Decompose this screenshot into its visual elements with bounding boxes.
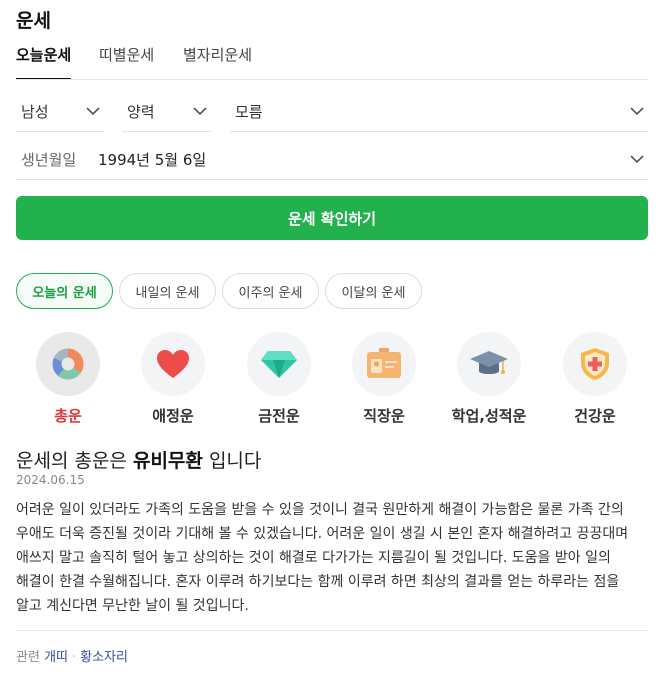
chip-today[interactable]: 오늘의 운세 (16, 273, 113, 309)
divider (16, 630, 648, 631)
page-title: 운세 (16, 10, 51, 32)
category-money[interactable]: 금전운 (234, 332, 324, 426)
category-study-icon-bg (457, 332, 521, 396)
birth-time-value: 모름 (235, 103, 263, 121)
calendar-type-value: 양력 (127, 103, 155, 121)
birth-time-select[interactable]: 모름 (230, 92, 648, 132)
related-link-taurus[interactable]: 황소자리 (80, 650, 128, 665)
chevron-down-icon (193, 107, 207, 116)
category-money-icon-bg (247, 332, 311, 396)
birthdate-label: 생년월일 (21, 151, 77, 169)
separator-dot: · (71, 650, 77, 665)
headline-prefix: 운세의 총운은 (16, 450, 127, 472)
tabs-divider (16, 79, 648, 80)
graduation-cap-icon (470, 351, 508, 374)
birthdate-value: 1994년 5월 6일 (98, 151, 207, 169)
category-love-icon-bg (141, 332, 205, 396)
gender-select[interactable]: 남성 (16, 92, 104, 132)
tab-constellation-fortune[interactable]: 별자리운세 (183, 44, 252, 80)
category-overall[interactable]: 총운 (23, 332, 113, 426)
category-health-icon-bg (563, 332, 627, 396)
headline-keyword: 유비무환 (132, 450, 203, 472)
fortune-text: 어려운 일이 있더라도 가족의 도움을 받을 수 있을 것이니 결국 원만하게 … (16, 502, 629, 614)
chip-this-month[interactable]: 이달의 운세 (325, 273, 422, 309)
chevron-down-icon (630, 155, 644, 164)
tab-zodiac-animal-fortune[interactable]: 띠별운세 (99, 44, 154, 80)
fortune-headline: 운세의 총운은 유비무환 입니다 (16, 446, 261, 473)
headline-suffix: 입니다 (208, 450, 262, 472)
category-label: 건강운 (574, 407, 616, 425)
birthdate-select[interactable]: 생년월일 1994년 5월 6일 (16, 140, 648, 180)
check-fortune-button[interactable]: 운세 확인하기 (16, 196, 648, 240)
fortune-tabs: 오늘운세 띠별운세 별자리운세 (0, 40, 663, 80)
category-study[interactable]: 학업,성적운 (444, 332, 534, 426)
related-link-dog[interactable]: 개띠 (44, 650, 68, 665)
chip-this-week[interactable]: 이주의 운세 (222, 273, 319, 309)
related-label: 관련 (16, 650, 40, 665)
diamond-icon (261, 351, 297, 378)
related-links: 관련 개띠 · 황소자리 (16, 646, 128, 665)
category-label: 총운 (54, 407, 82, 425)
category-label: 금전운 (258, 407, 300, 425)
health-shield-icon (581, 348, 609, 380)
category-work-icon-bg (352, 332, 416, 396)
calendar-type-select[interactable]: 양력 (122, 92, 211, 132)
chevron-down-icon (630, 107, 644, 116)
id-badge-icon (367, 348, 401, 378)
category-label: 학업,성적운 (451, 407, 527, 425)
category-label: 애정운 (152, 407, 194, 425)
donut-chart-icon (52, 348, 84, 380)
heart-icon (157, 350, 189, 378)
category-health[interactable]: 건강운 (550, 332, 640, 426)
fortune-date: 2024.06.15 (16, 473, 85, 487)
category-label: 직장운 (363, 407, 405, 425)
tab-today-fortune[interactable]: 오늘운세 (16, 44, 72, 80)
category-overall-icon-bg (36, 332, 100, 396)
chevron-down-icon (86, 107, 100, 116)
chip-tomorrow[interactable]: 내일의 운세 (119, 273, 216, 309)
gender-value: 남성 (21, 103, 49, 121)
category-work[interactable]: 직장운 (339, 332, 429, 426)
category-love[interactable]: 애정운 (128, 332, 218, 426)
